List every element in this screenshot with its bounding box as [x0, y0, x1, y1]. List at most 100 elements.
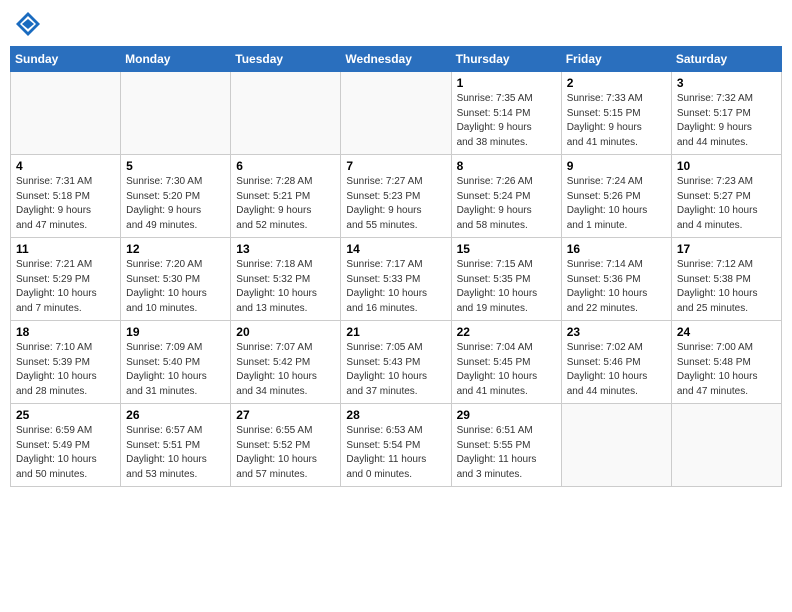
weekday-header: Thursday [451, 47, 561, 72]
cell-info-text: Sunrise: 7:33 AM Sunset: 5:15 PM Dayligh… [567, 92, 666, 150]
weekday-header: Monday [121, 47, 231, 72]
cell-info-text: Sunrise: 7:26 AM Sunset: 5:24 PM Dayligh… [457, 175, 556, 233]
cell-info-text: Sunrise: 6:51 AM Sunset: 5:55 PM Dayligh… [457, 424, 556, 482]
cell-date-number: 27 [236, 408, 335, 422]
cell-info-text: Sunrise: 7:14 AM Sunset: 5:36 PM Dayligh… [567, 258, 666, 316]
calendar-week-row: 1 Sunrise: 7:35 AM Sunset: 5:14 PM Daylig… [11, 72, 782, 155]
cell-info-text: Sunrise: 7:35 AM Sunset: 5:14 PM Dayligh… [457, 92, 556, 150]
weekday-header: Tuesday [231, 47, 341, 72]
calendar-cell [341, 72, 451, 155]
calendar-cell: 27 Sunrise: 6:55 AM Sunset: 5:52 PM Dayli… [231, 404, 341, 487]
calendar-cell: 22 Sunrise: 7:04 AM Sunset: 5:45 PM Dayli… [451, 321, 561, 404]
cell-info-text: Sunrise: 6:59 AM Sunset: 5:49 PM Dayligh… [16, 424, 115, 482]
cell-date-number: 28 [346, 408, 445, 422]
cell-info-text: Sunrise: 6:53 AM Sunset: 5:54 PM Dayligh… [346, 424, 445, 482]
page-header [10, 10, 782, 38]
cell-info-text: Sunrise: 7:18 AM Sunset: 5:32 PM Dayligh… [236, 258, 335, 316]
cell-info-text: Sunrise: 7:17 AM Sunset: 5:33 PM Dayligh… [346, 258, 445, 316]
calendar-cell [121, 72, 231, 155]
calendar-cell: 11Sunrise: 7:21 AM Sunset: 5:29 PM Dayli… [11, 238, 121, 321]
calendar-cell: 15 Sunrise: 7:15 AM Sunset: 5:35 PM Dayli… [451, 238, 561, 321]
cell-date-number: 4 [16, 159, 115, 173]
cell-date-number: 23 [567, 325, 666, 339]
cell-info-text: Sunrise: 7:05 AM Sunset: 5:43 PM Dayligh… [346, 341, 445, 399]
calendar-cell: 4 Sunrise: 7:31 AM Sunset: 5:18 PM Daylig… [11, 155, 121, 238]
cell-date-number: 15 [457, 242, 556, 256]
calendar-cell: 17Sunrise: 7:12 AM Sunset: 5:38 PM Dayli… [671, 238, 781, 321]
calendar-cell: 9 Sunrise: 7:24 AM Sunset: 5:26 PM Daylig… [561, 155, 671, 238]
cell-info-text: Sunrise: 6:55 AM Sunset: 5:52 PM Dayligh… [236, 424, 335, 482]
weekday-header: Wednesday [341, 47, 451, 72]
cell-date-number: 22 [457, 325, 556, 339]
cell-info-text: Sunrise: 7:27 AM Sunset: 5:23 PM Dayligh… [346, 175, 445, 233]
calendar-cell: 21 Sunrise: 7:05 AM Sunset: 5:43 PM Dayli… [341, 321, 451, 404]
calendar-cell: 13Sunrise: 7:18 AM Sunset: 5:32 PM Dayli… [231, 238, 341, 321]
cell-info-text: Sunrise: 7:31 AM Sunset: 5:18 PM Dayligh… [16, 175, 115, 233]
weekday-header: Sunday [11, 47, 121, 72]
cell-date-number: 10 [677, 159, 776, 173]
calendar-week-row: 4 Sunrise: 7:31 AM Sunset: 5:18 PM Daylig… [11, 155, 782, 238]
calendar-cell: 26 Sunrise: 6:57 AM Sunset: 5:51 PM Dayli… [121, 404, 231, 487]
cell-date-number: 12 [126, 242, 225, 256]
cell-info-text: Sunrise: 7:23 AM Sunset: 5:27 PM Dayligh… [677, 175, 776, 233]
cell-date-number: 26 [126, 408, 225, 422]
weekday-header: Friday [561, 47, 671, 72]
cell-info-text: Sunrise: 7:09 AM Sunset: 5:40 PM Dayligh… [126, 341, 225, 399]
calendar-week-row: 25 Sunrise: 6:59 AM Sunset: 5:49 PM Dayli… [11, 404, 782, 487]
logo [14, 10, 46, 38]
calendar-cell: 23Sunrise: 7:02 AM Sunset: 5:46 PM Dayli… [561, 321, 671, 404]
cell-date-number: 16 [567, 242, 666, 256]
cell-info-text: Sunrise: 7:24 AM Sunset: 5:26 PM Dayligh… [567, 175, 666, 233]
calendar-cell: 3Sunrise: 7:32 AM Sunset: 5:17 PM Daylig… [671, 72, 781, 155]
cell-info-text: Sunrise: 7:04 AM Sunset: 5:45 PM Dayligh… [457, 341, 556, 399]
cell-info-text: Sunrise: 7:28 AM Sunset: 5:21 PM Dayligh… [236, 175, 335, 233]
calendar-cell: 19 Sunrise: 7:09 AM Sunset: 5:40 PM Dayli… [121, 321, 231, 404]
calendar-cell [671, 404, 781, 487]
calendar-cell: 5 Sunrise: 7:30 AM Sunset: 5:20 PM Daylig… [121, 155, 231, 238]
calendar-cell: 29 Sunrise: 6:51 AM Sunset: 5:55 PM Dayli… [451, 404, 561, 487]
calendar-cell [11, 72, 121, 155]
cell-date-number: 2 [567, 76, 666, 90]
cell-date-number: 5 [126, 159, 225, 173]
cell-info-text: Sunrise: 7:10 AM Sunset: 5:39 PM Dayligh… [16, 341, 115, 399]
calendar-week-row: 18 Sunrise: 7:10 AM Sunset: 5:39 PM Dayli… [11, 321, 782, 404]
calendar-cell: 8 Sunrise: 7:26 AM Sunset: 5:24 PM Daylig… [451, 155, 561, 238]
calendar-cell: 1 Sunrise: 7:35 AM Sunset: 5:14 PM Daylig… [451, 72, 561, 155]
cell-date-number: 25 [16, 408, 115, 422]
cell-date-number: 21 [346, 325, 445, 339]
cell-info-text: Sunrise: 7:12 AM Sunset: 5:38 PM Dayligh… [677, 258, 776, 316]
cell-info-text: Sunrise: 6:57 AM Sunset: 5:51 PM Dayligh… [126, 424, 225, 482]
calendar-cell: 2 Sunrise: 7:33 AM Sunset: 5:15 PM Daylig… [561, 72, 671, 155]
calendar-cell: 10 Sunrise: 7:23 AM Sunset: 5:27 PM Dayli… [671, 155, 781, 238]
calendar-cell: 25 Sunrise: 6:59 AM Sunset: 5:49 PM Dayli… [11, 404, 121, 487]
cell-date-number: 19 [126, 325, 225, 339]
calendar-cell: 20 Sunrise: 7:07 AM Sunset: 5:42 PM Dayli… [231, 321, 341, 404]
cell-date-number: 1 [457, 76, 556, 90]
calendar-cell: 7 Sunrise: 7:27 AM Sunset: 5:23 PM Daylig… [341, 155, 451, 238]
cell-date-number: 20 [236, 325, 335, 339]
logo-icon [14, 10, 42, 38]
calendar-cell [561, 404, 671, 487]
cell-info-text: Sunrise: 7:00 AM Sunset: 5:48 PM Dayligh… [677, 341, 776, 399]
calendar-cell: 6 Sunrise: 7:28 AM Sunset: 5:21 PM Daylig… [231, 155, 341, 238]
cell-date-number: 6 [236, 159, 335, 173]
calendar-week-row: 11Sunrise: 7:21 AM Sunset: 5:29 PM Dayli… [11, 238, 782, 321]
calendar-header-row: SundayMondayTuesdayWednesdayThursdayFrid… [11, 47, 782, 72]
weekday-header: Saturday [671, 47, 781, 72]
cell-date-number: 29 [457, 408, 556, 422]
cell-info-text: Sunrise: 7:32 AM Sunset: 5:17 PM Dayligh… [677, 92, 776, 150]
calendar-cell [231, 72, 341, 155]
cell-info-text: Sunrise: 7:07 AM Sunset: 5:42 PM Dayligh… [236, 341, 335, 399]
cell-date-number: 9 [567, 159, 666, 173]
cell-date-number: 14 [346, 242, 445, 256]
cell-info-text: Sunrise: 7:15 AM Sunset: 5:35 PM Dayligh… [457, 258, 556, 316]
calendar-cell: 12Sunrise: 7:20 AM Sunset: 5:30 PM Dayli… [121, 238, 231, 321]
calendar-cell: 16 Sunrise: 7:14 AM Sunset: 5:36 PM Dayli… [561, 238, 671, 321]
cell-date-number: 7 [346, 159, 445, 173]
cell-date-number: 18 [16, 325, 115, 339]
calendar-table: SundayMondayTuesdayWednesdayThursdayFrid… [10, 46, 782, 487]
cell-date-number: 8 [457, 159, 556, 173]
calendar-cell: 28 Sunrise: 6:53 AM Sunset: 5:54 PM Dayli… [341, 404, 451, 487]
calendar-cell: 24Sunrise: 7:00 AM Sunset: 5:48 PM Dayli… [671, 321, 781, 404]
cell-info-text: Sunrise: 7:30 AM Sunset: 5:20 PM Dayligh… [126, 175, 225, 233]
